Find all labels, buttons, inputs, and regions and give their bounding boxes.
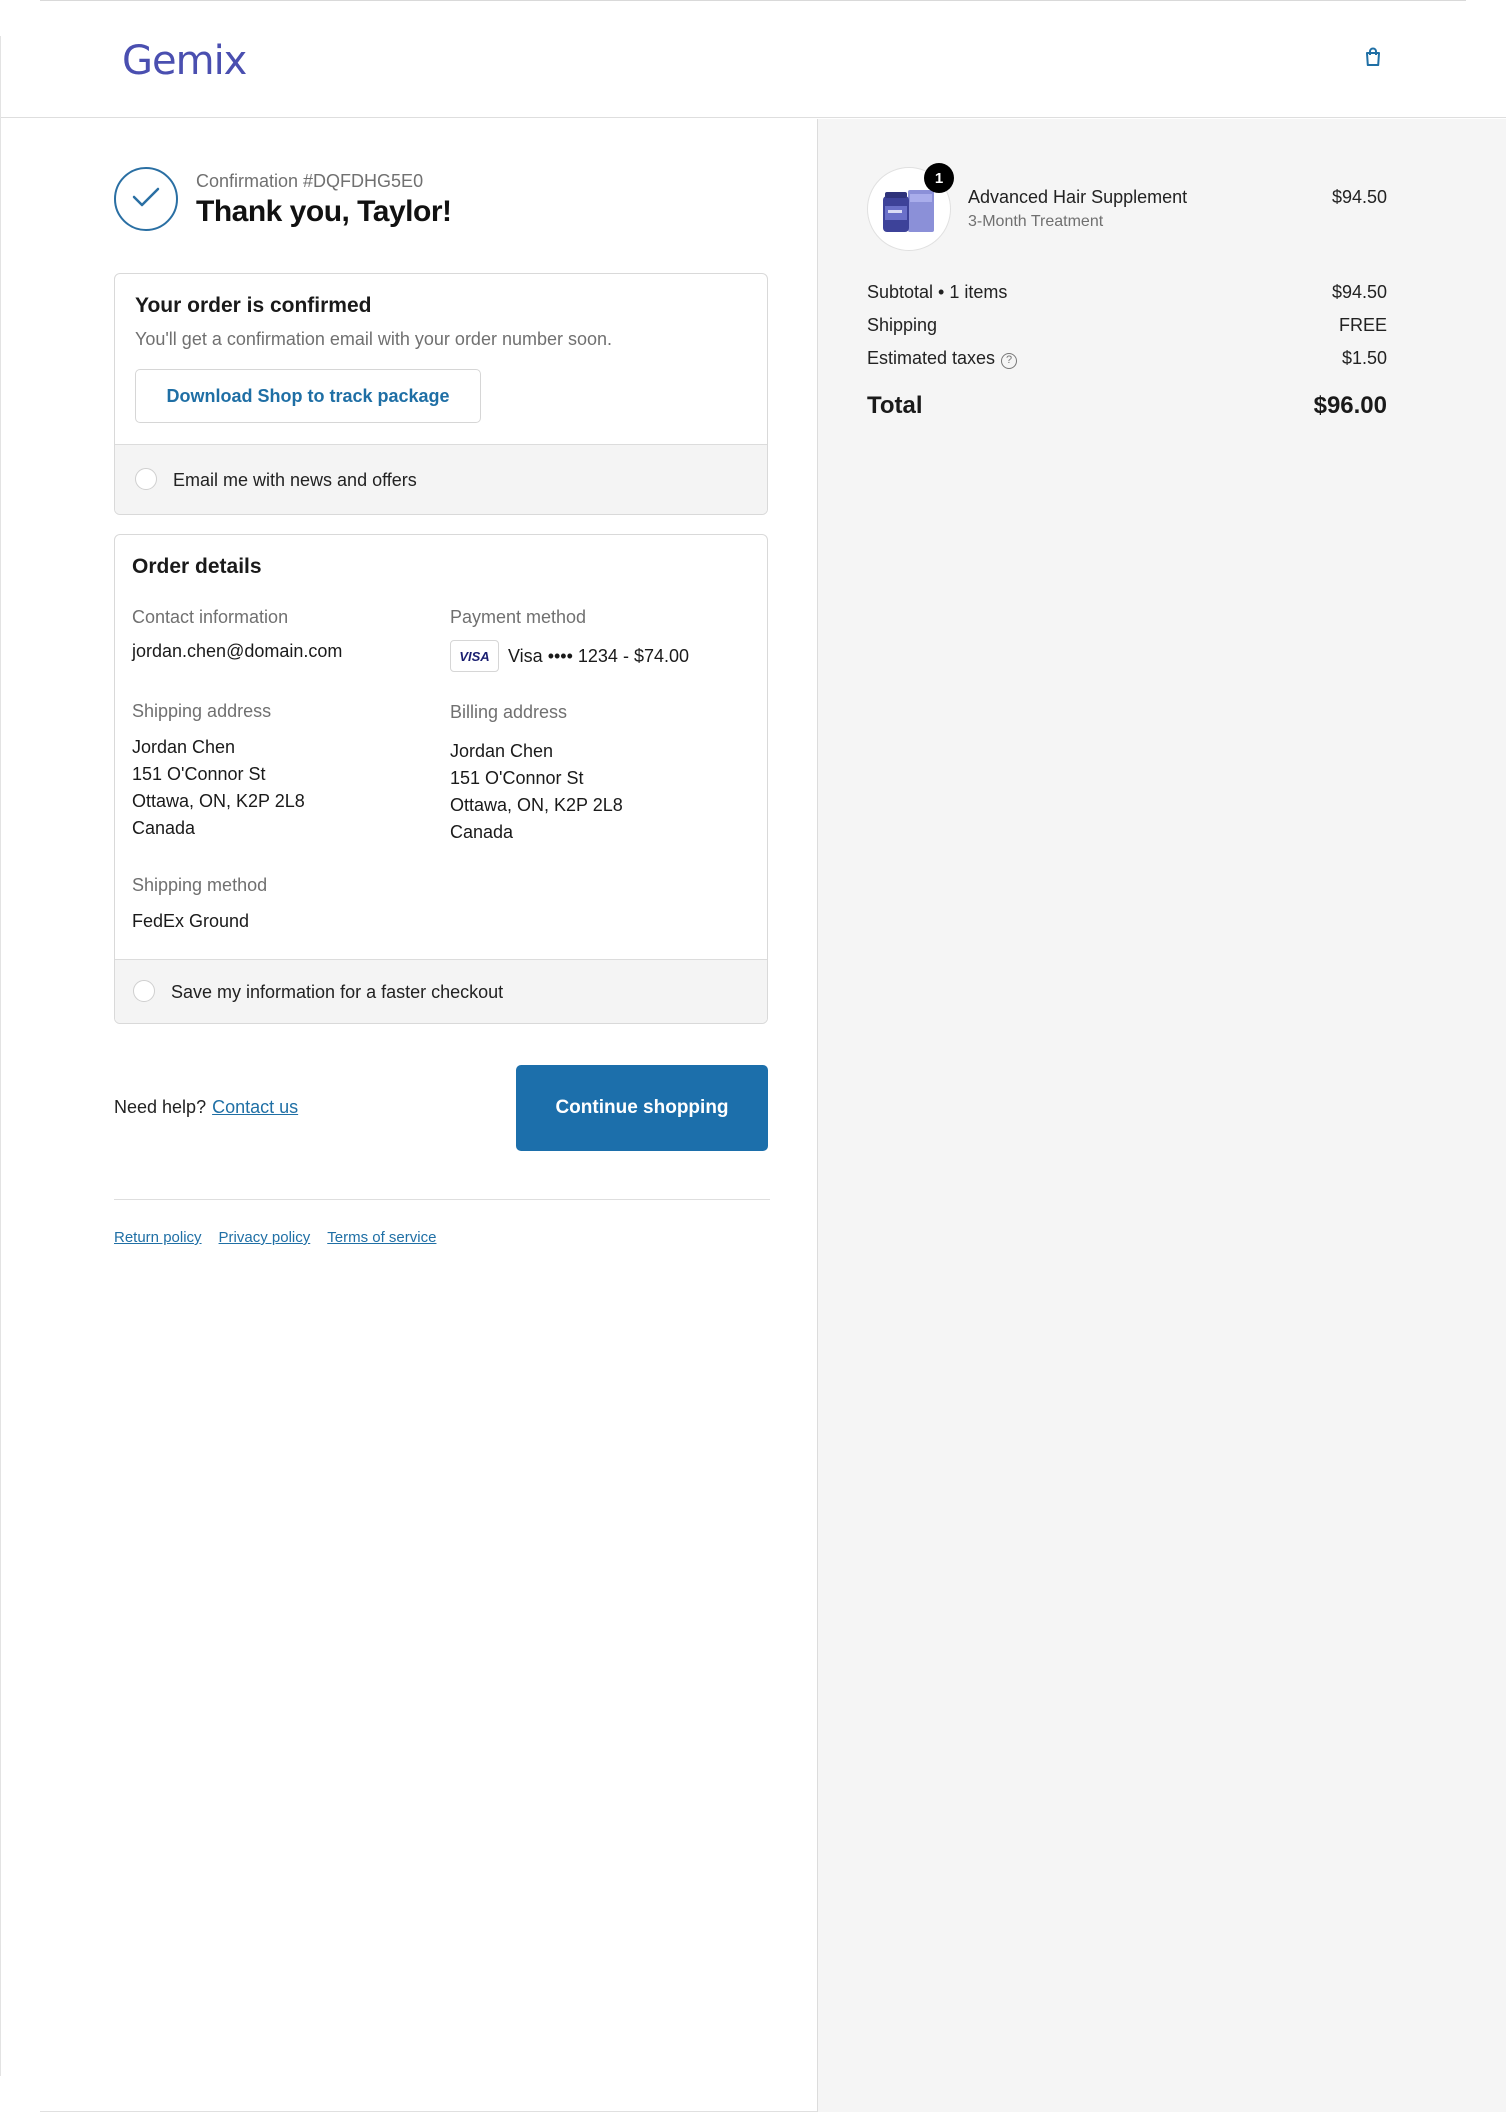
page-title: Thank you, Taylor! xyxy=(196,195,452,228)
logo[interactable]: Gemix xyxy=(122,38,247,84)
payment-label: Payment method xyxy=(450,607,587,627)
subtotal-value: $94.50 xyxy=(1331,282,1387,302)
order-confirmed-card: Your order is confirmed You'll get a con… xyxy=(114,273,768,515)
email-opt-in-radio[interactable] xyxy=(135,468,157,490)
save-info-radio[interactable] xyxy=(133,980,155,1002)
email-opt-in-row[interactable]: Email me with news and offers xyxy=(115,444,767,514)
privacy-policy-link[interactable]: Privacy policy xyxy=(219,1229,311,1246)
product-variant: 3-Month Treatment xyxy=(968,213,1104,230)
taxes-label: Estimated taxes xyxy=(867,348,996,368)
billing-address-line: Jordan Chen xyxy=(450,741,554,761)
billing-address-line: Canada xyxy=(450,822,514,842)
header: Gemix xyxy=(1,36,1506,118)
confirmation-number: Confirmation #DQFDHG5E0 xyxy=(196,171,424,191)
billing-address-line: 151 O'Connor St xyxy=(450,768,584,788)
visa-card-icon: VISA xyxy=(450,640,499,672)
taxes-row: Estimated taxes? $1.50 xyxy=(867,348,1387,369)
help-text: Need help? Contact us xyxy=(114,1097,298,1118)
shipping-label: Shipping xyxy=(867,315,938,335)
policy-links: Return policy Privacy policy Terms of serv… xyxy=(114,1229,453,1246)
save-info-label[interactable]: Save my information for a faster checkou… xyxy=(171,982,503,1003)
card-title: Your order is confirmed xyxy=(135,294,372,317)
taxes-value: $1.50 xyxy=(1341,348,1387,368)
total-value: $96.00 xyxy=(1313,392,1387,419)
shipping-method-value: FedEx Ground xyxy=(132,911,250,931)
card-title: Order details xyxy=(132,555,262,578)
payment-value: Visa •••• 1234 - $74.00 xyxy=(508,646,689,666)
shipping-address-line: Canada xyxy=(132,818,196,838)
total-row: Total $96.00 xyxy=(867,392,1387,420)
email-opt-in-label[interactable]: Email me with news and offers xyxy=(173,470,417,491)
return-policy-link[interactable]: Return policy xyxy=(114,1229,202,1246)
product-name: Advanced Hair Supplement xyxy=(968,187,1188,207)
shipping-address-line: Ottawa, ON, K2P 2L8 xyxy=(132,791,305,811)
quantity-badge: 1 xyxy=(924,163,954,193)
order-details-card: Order details Contact information jordan… xyxy=(114,534,768,1024)
shipping-address-label: Shipping address xyxy=(132,701,272,721)
help-circle-icon[interactable]: ? xyxy=(1001,353,1018,369)
contact-label: Contact information xyxy=(132,607,289,627)
left-edge xyxy=(0,36,1,2076)
cart-button[interactable] xyxy=(1360,46,1386,72)
subtotal-label: Subtotal • 1 items xyxy=(867,282,1008,302)
shipping-method-label: Shipping method xyxy=(132,875,268,895)
shipping-row: Shipping FREE xyxy=(867,315,1387,336)
shipping-address-line: 151 O'Connor St xyxy=(132,764,266,784)
download-shop-button[interactable]: Download Shop to track package xyxy=(135,369,481,423)
billing-address-line: Ottawa, ON, K2P 2L8 xyxy=(450,795,623,815)
top-divider xyxy=(40,0,1466,1)
shipping-address-line: Jordan Chen xyxy=(132,737,236,757)
contact-us-link[interactable]: Contact us xyxy=(212,1097,298,1117)
card-subtitle: You'll get a confirmation email with you… xyxy=(135,329,613,349)
contact-value: jordan.chen@domain.com xyxy=(132,641,343,661)
footer-divider xyxy=(114,1199,770,1200)
save-info-row[interactable]: Save my information for a faster checkou… xyxy=(115,959,767,1023)
shopping-bag-icon xyxy=(1364,47,1382,72)
subtotal-row: Subtotal • 1 items $94.50 xyxy=(867,282,1387,303)
checkmark-icon xyxy=(131,186,161,213)
shipping-value: FREE xyxy=(1338,315,1387,335)
continue-shopping-button[interactable]: Continue shopping xyxy=(516,1065,768,1151)
need-help-label: Need help? xyxy=(114,1097,207,1117)
billing-address-label: Billing address xyxy=(450,702,568,722)
terms-of-service-link[interactable]: Terms of service xyxy=(327,1229,436,1246)
total-label: Total xyxy=(867,392,923,419)
check-circle xyxy=(114,167,178,231)
product-price: $94.50 xyxy=(1331,187,1387,207)
confirmation-header: Confirmation #DQFDHG5E0 Thank you, Taylo… xyxy=(114,167,768,237)
